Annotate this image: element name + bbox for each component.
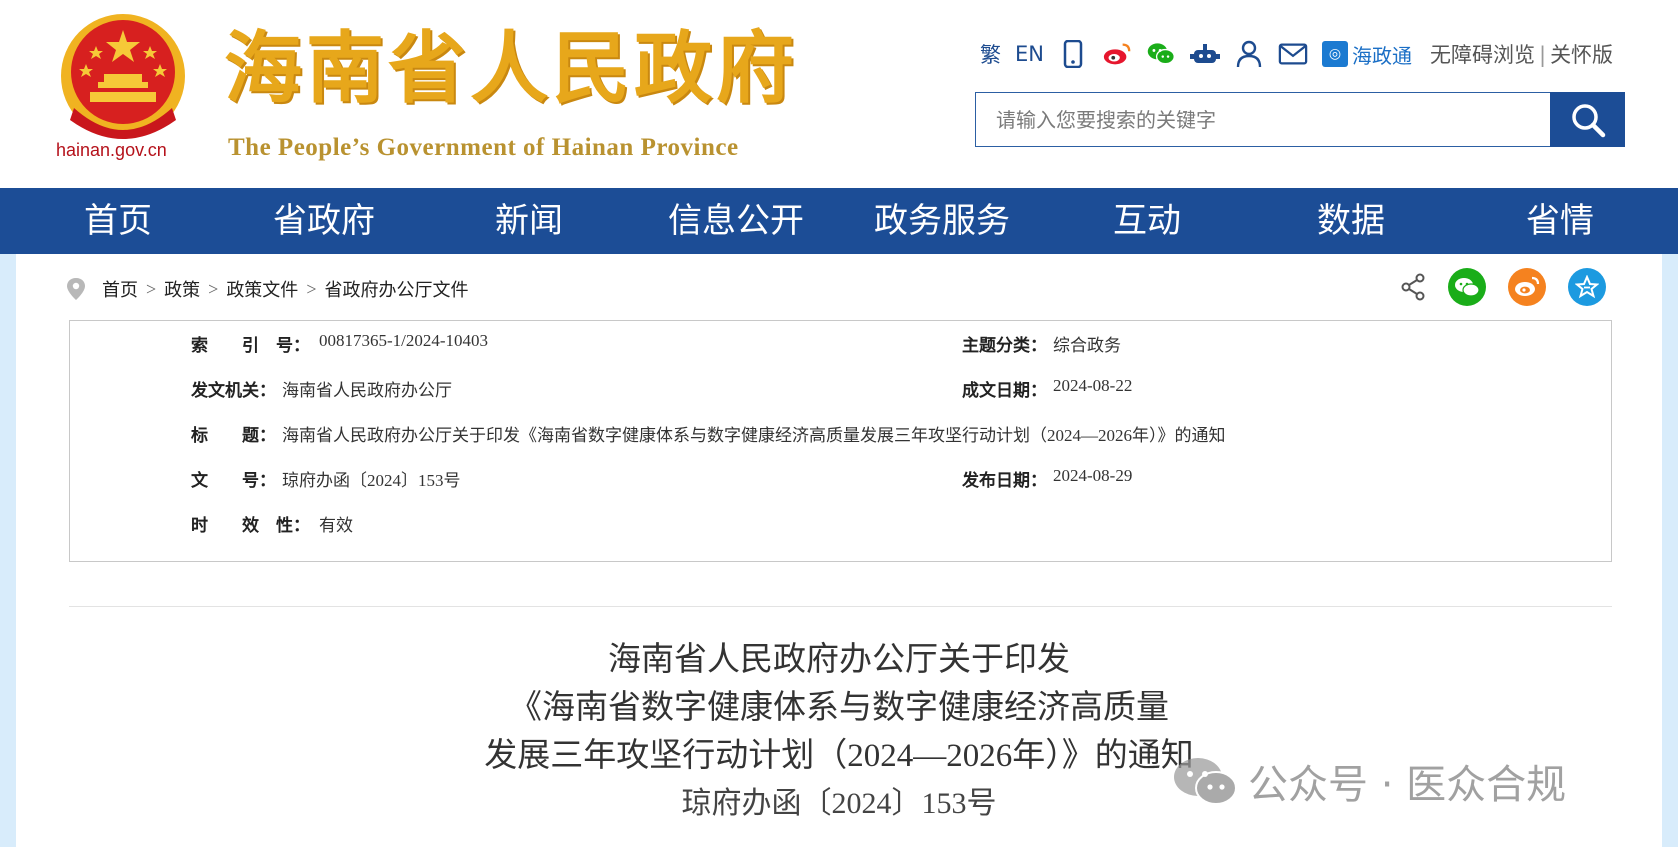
info-row: 标 题： 海南省人民政府办公厅关于印发《海南省数字健康体系与数字健康经济高质量发…: [70, 421, 1611, 466]
issuer-value: 海南省人民政府办公厅: [282, 381, 452, 400]
date-written-label: 成文日期：: [962, 381, 1047, 400]
search-bar: [975, 92, 1625, 147]
doc-number-value: 琼府办函〔2024〕153号: [282, 471, 461, 490]
wechat-icon: [1455, 278, 1480, 297]
nav-item-home[interactable]: 首页: [84, 188, 152, 254]
share-bar: [1400, 268, 1606, 306]
mail-icon[interactable]: [1278, 39, 1308, 69]
info-row: 时 效 性： 有效: [70, 511, 1611, 556]
publish-date-label: 发布日期：: [962, 471, 1047, 490]
validity-value: 有效: [319, 516, 353, 535]
favorite-button[interactable]: [1568, 268, 1606, 306]
english-link[interactable]: EN: [1015, 42, 1044, 66]
location-pin-icon: [67, 278, 85, 300]
title-value: 海南省人民政府办公厅关于印发《海南省数字健康体系与数字健康经济高质量发展三年攻坚…: [282, 426, 1226, 445]
link-separator: |: [1538, 43, 1547, 67]
share-weibo-button[interactable]: [1508, 268, 1546, 306]
search-icon: [1571, 103, 1605, 137]
info-row: 发文机关： 海南省人民政府办公厅 成文日期： 2024-08-22: [70, 376, 1611, 421]
nav-item-services[interactable]: 政务服务: [874, 188, 1010, 254]
traditional-chinese-link[interactable]: 繁: [980, 39, 1001, 69]
article-title-line: 海南省人民政府办公厅关于印发: [608, 642, 1070, 678]
share-wechat-button[interactable]: [1448, 268, 1486, 306]
breadcrumb-separator: >: [146, 278, 157, 299]
mobile-icon[interactable]: [1058, 39, 1088, 69]
robot-icon[interactable]: [1189, 39, 1220, 69]
wechat-icon[interactable]: [1146, 39, 1176, 69]
nav-item-data[interactable]: 数据: [1317, 188, 1385, 254]
national-emblem-icon[interactable]: [56, 12, 190, 140]
star-icon: [1575, 275, 1599, 299]
nav-item-news[interactable]: 新闻: [495, 188, 563, 254]
top-links: 繁 EN ◎ 海政通 无障碍浏览 | 关怀版: [980, 36, 1613, 72]
breadcrumb-separator: >: [208, 278, 219, 299]
breadcrumb-separator: >: [306, 278, 317, 299]
share-icon[interactable]: [1400, 273, 1426, 301]
breadcrumb-policy[interactable]: 政策: [164, 276, 200, 302]
date-written-value: 2024-08-22: [1053, 376, 1133, 395]
elder-mode-link[interactable]: 关怀版: [1550, 43, 1613, 67]
breadcrumb-home[interactable]: 首页: [102, 276, 138, 302]
wechat-watermark: 公众号 · 医众合规: [1172, 752, 1566, 810]
main-nav: 首页 省政府 新闻 信息公开 政务服务 互动 数据 省情: [0, 188, 1678, 254]
index-number-value: 00817365-1/2024-10403: [319, 331, 489, 350]
nav-item-government[interactable]: 省政府: [273, 188, 375, 254]
weibo-icon[interactable]: [1102, 39, 1132, 69]
accessibility-links: 无障碍浏览 | 关怀版: [1430, 39, 1613, 69]
site-domain: hainan.gov.cn: [56, 140, 167, 160]
validity-label: 时 效 性：: [191, 516, 310, 535]
doc-number-label: 文 号：: [191, 471, 276, 490]
content-divider: [69, 606, 1612, 607]
nav-item-disclosure[interactable]: 信息公开: [668, 188, 804, 254]
haizhengtong-link[interactable]: ◎ 海政通: [1321, 40, 1412, 69]
document-info-table: 索 引 号： 00817365-1/2024-10403 主题分类： 综合政务 …: [69, 320, 1612, 562]
info-row: 文 号： 琼府办函〔2024〕153号 发布日期： 2024-08-29: [70, 466, 1611, 511]
title-label: 标 题：: [191, 426, 276, 445]
site-title-en: The People’s Government of Hainan Provin…: [228, 134, 739, 161]
watermark-text: 公众号 · 医众合规: [1248, 762, 1567, 808]
category-value: 综合政务: [1053, 336, 1121, 355]
info-row: 索 引 号： 00817365-1/2024-10403 主题分类： 综合政务: [70, 331, 1611, 376]
breadcrumb: 首页 > 政策 > 政策文件 > 省政府办公厅文件: [66, 274, 468, 304]
haizhengtong-icon: ◎: [1321, 41, 1348, 67]
breadcrumb-office-docs[interactable]: 省政府办公厅文件: [324, 276, 468, 302]
nav-item-interaction[interactable]: 互动: [1113, 188, 1181, 254]
breadcrumb-policy-docs[interactable]: 政策文件: [226, 276, 298, 302]
accessible-browse-link[interactable]: 无障碍浏览: [1430, 43, 1535, 67]
site-header: hainan.gov.cn 海南省人民政府 The People’s Gover…: [0, 0, 1678, 188]
wechat-icon: [1174, 758, 1237, 805]
search-input[interactable]: [975, 92, 1550, 147]
weibo-icon: [1515, 276, 1540, 296]
article-title-line: 《海南省数字健康体系与数字健康经济高质量: [509, 690, 1169, 726]
user-icon[interactable]: [1234, 39, 1264, 69]
issuer-label: 发文机关：: [191, 381, 276, 400]
haizhengtong-label: 海政通: [1351, 43, 1412, 68]
search-button[interactable]: [1550, 92, 1625, 147]
nav-item-province[interactable]: 省情: [1526, 188, 1594, 254]
category-label: 主题分类：: [962, 336, 1047, 355]
index-number-label: 索 引 号：: [191, 336, 310, 355]
publish-date-value: 2024-08-29: [1053, 466, 1133, 485]
site-title-cn[interactable]: 海南省人民政府: [224, 30, 798, 108]
